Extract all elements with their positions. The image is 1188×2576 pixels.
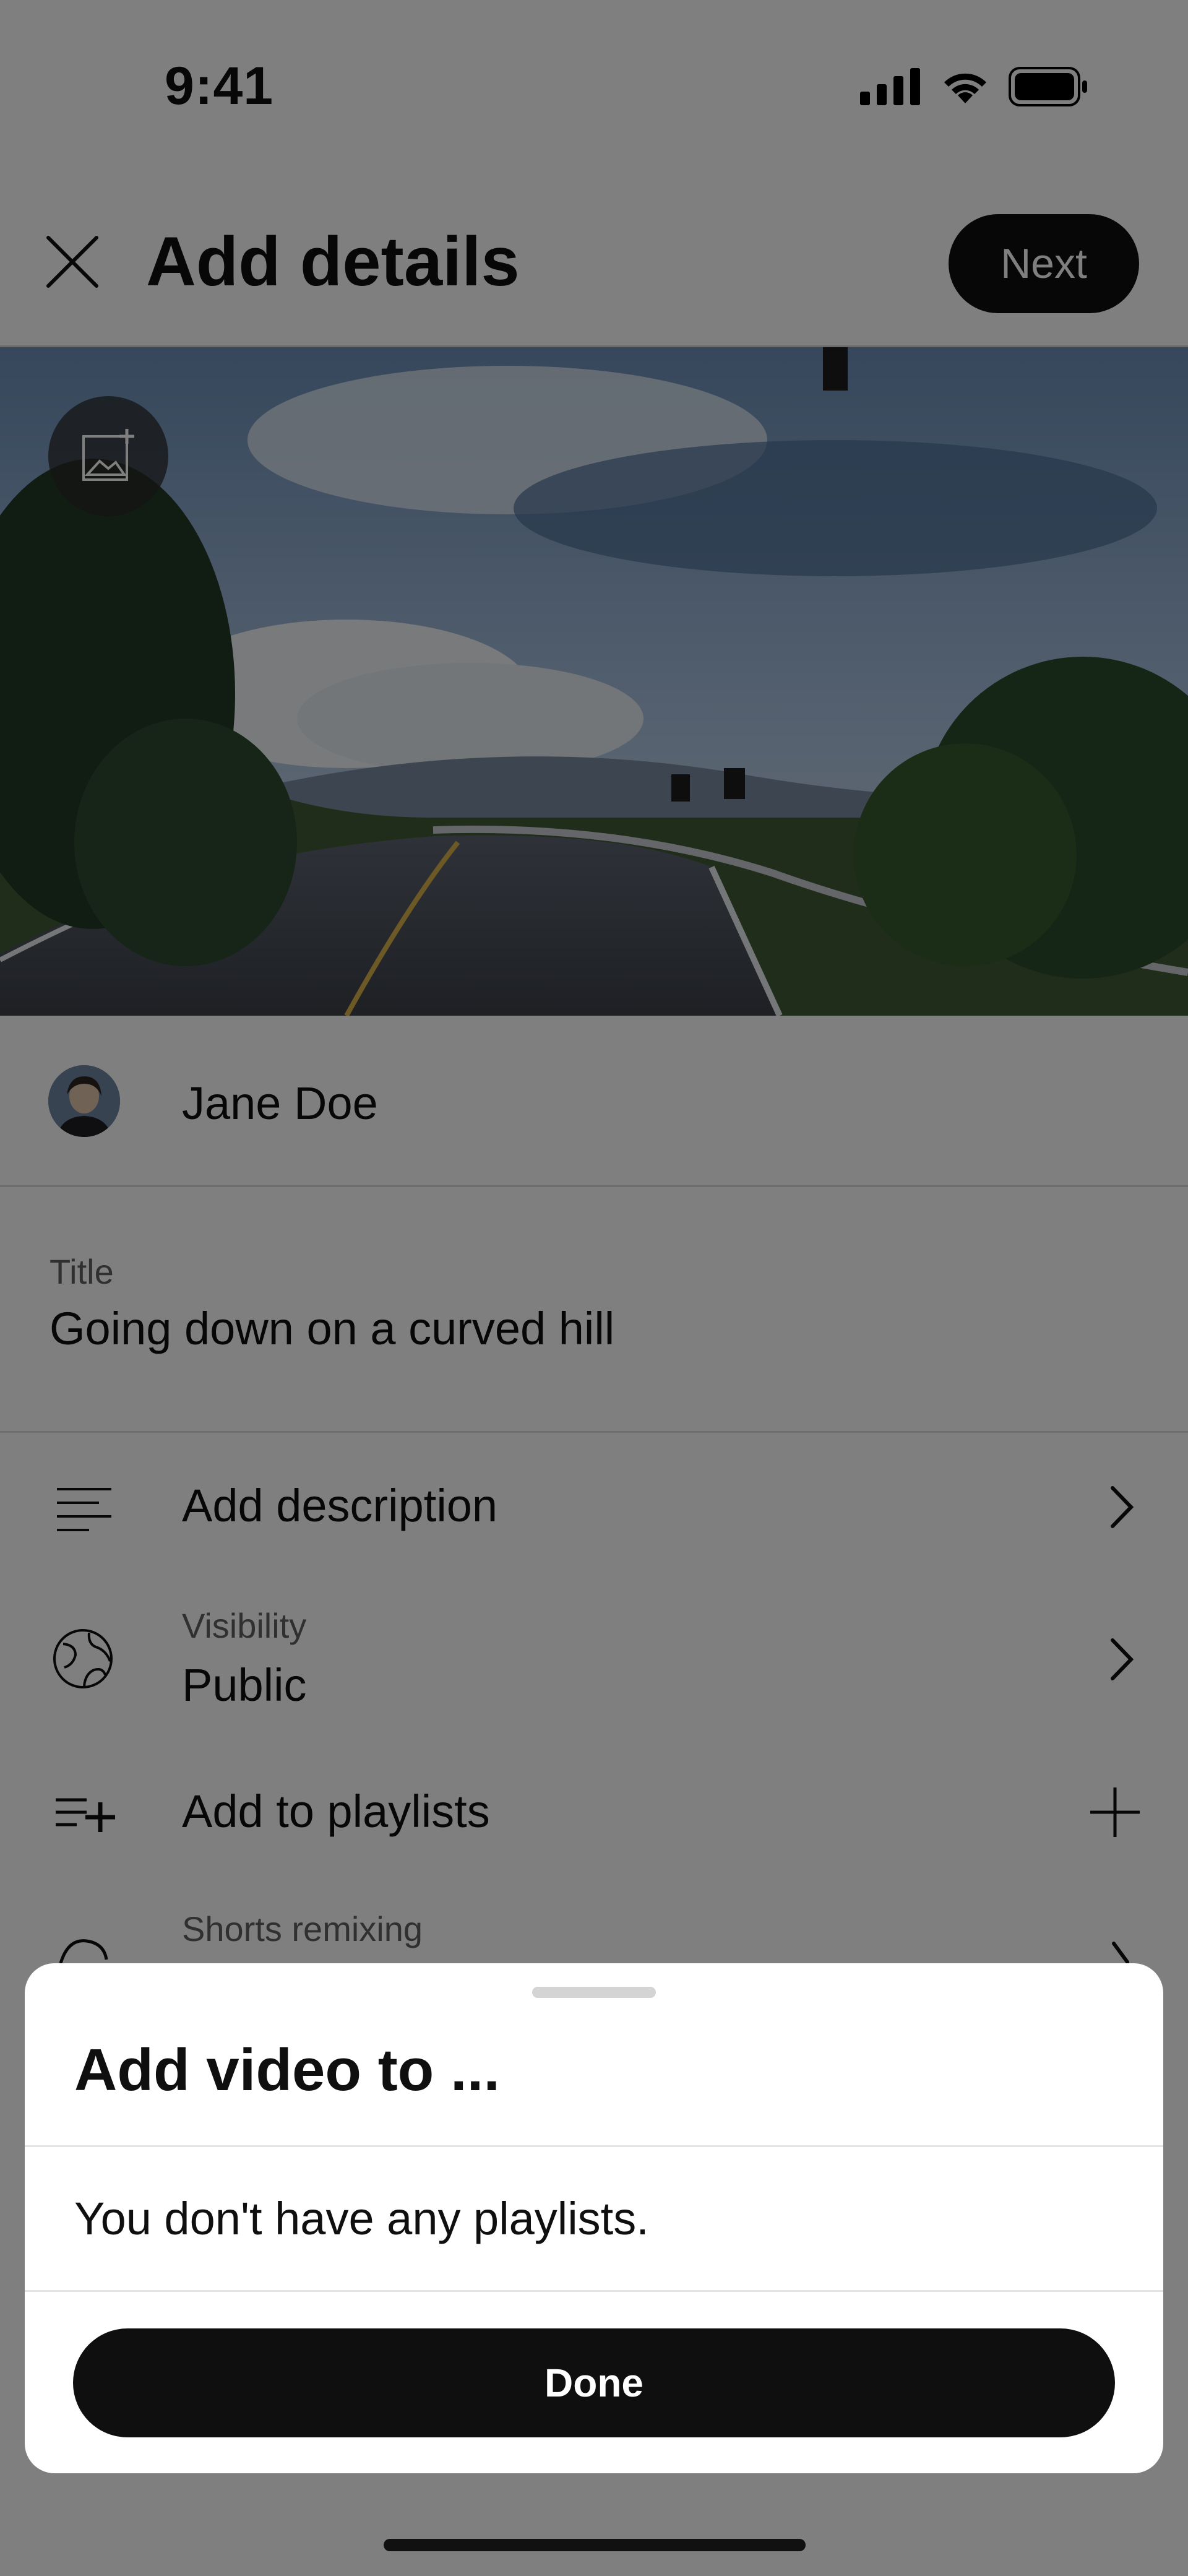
sheet-grabber[interactable] — [532, 1987, 656, 1998]
divider — [25, 2145, 1163, 2147]
divider — [25, 2290, 1163, 2292]
sheet-title: Add video to ... — [74, 2037, 500, 2103]
done-button[interactable]: Done — [73, 2328, 1115, 2437]
empty-playlists-message: You don't have any playlists. — [74, 2193, 649, 2244]
home-indicator[interactable] — [384, 2539, 806, 2551]
